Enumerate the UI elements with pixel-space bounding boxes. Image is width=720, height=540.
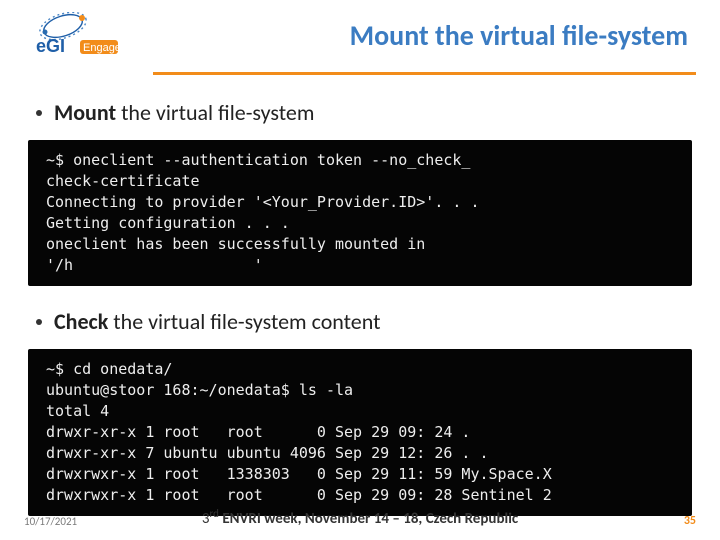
term-line: check-certificate — [46, 172, 200, 190]
terminal-check: ~$ cd onedata/ ubuntu@stoor 168:~/onedat… — [28, 349, 692, 516]
slide-title: Mount the virtual file-system — [124, 8, 696, 53]
term-line: drwxr-xr-x 7 ubuntu ubuntu 4096 Sep 29 1… — [46, 444, 489, 462]
footer-date: 10/17/2021 — [24, 515, 77, 528]
bullet-bold: Mount — [54, 99, 116, 126]
term-line: ~$ oneclient --authentication token --no… — [46, 151, 470, 169]
term-line: ~$ cd onedata/ — [46, 360, 172, 378]
bullet-text: Mount the virtual file-system — [54, 99, 314, 126]
term-line: total 4 — [46, 402, 109, 420]
slide-content: Mount the virtual file-system ~$ oneclie… — [0, 75, 720, 516]
term-line: drwxrwxr-x 1 root 1338303 0 Sep 29 11: 5… — [46, 465, 552, 483]
terminal-mount: ~$ oneclient --authentication token --no… — [28, 140, 692, 286]
bullet-check: Check the virtual file-system content — [36, 308, 692, 335]
bullet-rest: the virtual file-system — [116, 99, 314, 126]
term-line: drwxr-xr-x 1 root root 0 Sep 29 09: 24 . — [46, 423, 470, 441]
term-line: Connecting to provider '<Your_Provider.I… — [46, 193, 479, 211]
term-line: drwxrwxr-x 1 root root 0 Sep 29 09: 28 S… — [46, 486, 552, 504]
egi-logo-icon: eGI Engage — [30, 12, 118, 60]
term-line: ubuntu@stoor 168:~/onedata$ ls -la — [46, 381, 353, 399]
term-line: Getting configuration . . . — [46, 214, 290, 232]
bullet-rest: the virtual file-system content — [108, 308, 380, 335]
slide-header: eGI Engage Mount the virtual file-system — [0, 0, 720, 72]
page-number: 35 — [684, 514, 696, 528]
bullet-icon — [36, 319, 42, 325]
bullet-icon — [36, 110, 42, 116]
bullet-mount: Mount the virtual file-system — [36, 99, 692, 126]
bullet-bold: Check — [54, 308, 108, 335]
egi-logo: eGI Engage — [24, 8, 124, 64]
bullet-text: Check the virtual file-system content — [54, 308, 380, 335]
term-line: '/h ' — [46, 256, 263, 274]
svg-text:eGI: eGI — [36, 36, 65, 56]
term-line: oneclient has been successfully mounted … — [46, 235, 425, 253]
slide: eGI Engage Mount the virtual file-system… — [0, 0, 720, 540]
svg-text:Engage: Engage — [83, 42, 118, 54]
slide-footer: 10/17/2021 35 — [0, 514, 720, 528]
